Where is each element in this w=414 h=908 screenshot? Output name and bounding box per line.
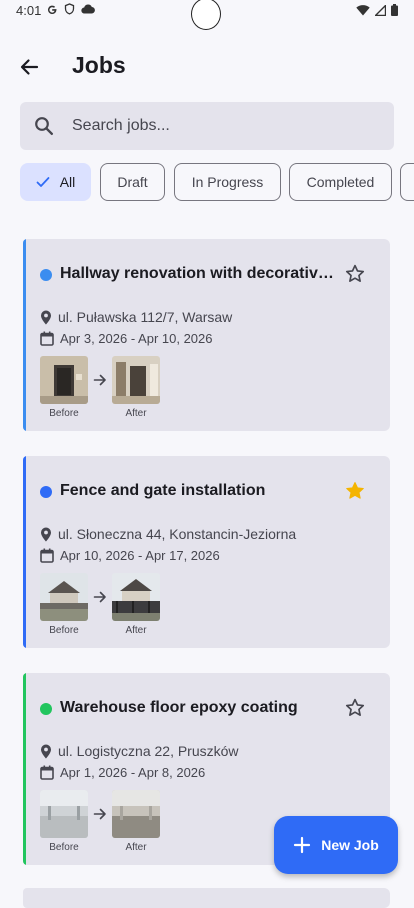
before-photo-image xyxy=(40,356,88,404)
check-icon xyxy=(36,177,50,187)
filter-chip-in-progress[interactable]: In Progress xyxy=(174,163,281,201)
new-job-label: New Job xyxy=(321,837,379,853)
after-photo[interactable] xyxy=(112,573,160,621)
filter-chip-overflow[interactable] xyxy=(400,163,414,201)
card-accent-bar xyxy=(23,673,26,865)
after-photo[interactable] xyxy=(112,356,160,404)
camera-cutout xyxy=(191,0,221,30)
before-photo[interactable] xyxy=(40,790,88,838)
after-photo-image xyxy=(112,356,160,404)
after-label: After xyxy=(125,625,147,636)
status-dot xyxy=(40,269,52,281)
calendar-icon xyxy=(40,331,54,346)
filter-chip-all[interactable]: All xyxy=(20,163,91,201)
status-dot xyxy=(40,486,52,498)
before-photo-image xyxy=(40,790,88,838)
status-time: 4:01 xyxy=(16,3,42,18)
job-dates-text: Apr 1, 2026 - Apr 8, 2026 xyxy=(60,765,206,780)
filter-chip-draft[interactable]: Draft xyxy=(100,163,165,201)
job-card[interactable]: Hallway renovation with decorative wall … xyxy=(23,239,390,431)
status-right-icons xyxy=(356,4,398,16)
job-dates: Apr 1, 2026 - Apr 8, 2026 xyxy=(40,765,205,780)
card-accent-bar xyxy=(23,456,26,648)
after-photo-image xyxy=(112,573,160,621)
job-location-text: ul. Puławska 112/7, Warsaw xyxy=(58,309,233,325)
job-location-text: ul. Słoneczna 44, Konstancin-Jeziorna xyxy=(58,526,297,542)
job-location: ul. Logistyczna 22, Pruszków xyxy=(40,743,239,759)
job-title: Fence and gate installation xyxy=(60,482,266,499)
filter-chip-label: Draft xyxy=(117,174,148,190)
search-input[interactable] xyxy=(72,102,372,150)
job-location: ul. Słoneczna 44, Konstancin-Jeziorna xyxy=(40,526,296,542)
app-bar: Jobs xyxy=(0,40,414,96)
after-label: After xyxy=(125,842,147,853)
card-accent-bar xyxy=(23,239,26,431)
arrow-right-icon xyxy=(93,591,106,603)
page-title: Jobs xyxy=(72,52,126,78)
after-label: After xyxy=(125,408,147,419)
job-title: Hallway renovation with decorative wall … xyxy=(60,265,335,282)
google-g-icon xyxy=(48,5,57,15)
job-dates: Apr 3, 2026 - Apr 10, 2026 xyxy=(40,331,213,346)
star-filled-icon[interactable] xyxy=(344,480,366,502)
star-outline-icon[interactable] xyxy=(344,263,366,285)
signal-icon xyxy=(375,4,386,16)
arrow-right-icon xyxy=(93,808,106,820)
status-bar: 4:01 xyxy=(0,0,414,30)
filter-chip-label: Completed xyxy=(306,174,375,190)
filter-chip-label: All xyxy=(59,174,76,190)
before-label: Before xyxy=(49,842,79,853)
back-button[interactable] xyxy=(14,52,44,82)
star-outline-icon[interactable] xyxy=(344,697,366,719)
job-card[interactable]: Fence and gate installation ul. Słoneczn… xyxy=(23,456,390,648)
filter-chip-completed[interactable]: Completed xyxy=(289,163,392,201)
job-location: ul. Puławska 112/7, Warsaw xyxy=(40,309,232,325)
plus-icon xyxy=(294,836,311,854)
status-dot xyxy=(40,703,52,715)
status-left-icons xyxy=(46,3,95,15)
shield-icon xyxy=(64,3,75,15)
wifi-icon xyxy=(356,5,370,16)
after-photo[interactable] xyxy=(112,790,160,838)
before-photo[interactable] xyxy=(40,356,88,404)
before-photo[interactable] xyxy=(40,573,88,621)
filter-chips: All Draft In Progress Completed xyxy=(20,163,414,203)
before-photo-image xyxy=(40,573,88,621)
job-title: Warehouse floor epoxy coating xyxy=(60,699,298,716)
calendar-icon xyxy=(40,548,54,563)
before-label: Before xyxy=(49,625,79,636)
arrow-right-icon xyxy=(93,374,106,386)
new-job-button[interactable]: New Job xyxy=(274,816,398,874)
job-dates-text: Apr 3, 2026 - Apr 10, 2026 xyxy=(60,331,213,346)
location-pin-icon xyxy=(41,310,51,324)
search-icon xyxy=(35,117,53,135)
job-location-text: ul. Logistyczna 22, Pruszków xyxy=(58,743,239,759)
location-pin-icon xyxy=(41,744,51,758)
battery-icon xyxy=(391,4,398,16)
filter-chip-label: In Progress xyxy=(191,174,264,190)
before-label: Before xyxy=(49,408,79,419)
calendar-icon xyxy=(40,765,54,780)
search-bar[interactable] xyxy=(20,102,394,150)
job-card-partial[interactable] xyxy=(23,888,390,908)
arrow-back-icon xyxy=(20,59,39,75)
job-dates-text: Apr 10, 2026 - Apr 17, 2026 xyxy=(60,548,220,563)
location-pin-icon xyxy=(41,527,51,541)
after-photo-image xyxy=(112,790,160,838)
cloud-icon xyxy=(81,4,95,14)
job-dates: Apr 10, 2026 - Apr 17, 2026 xyxy=(40,548,220,563)
